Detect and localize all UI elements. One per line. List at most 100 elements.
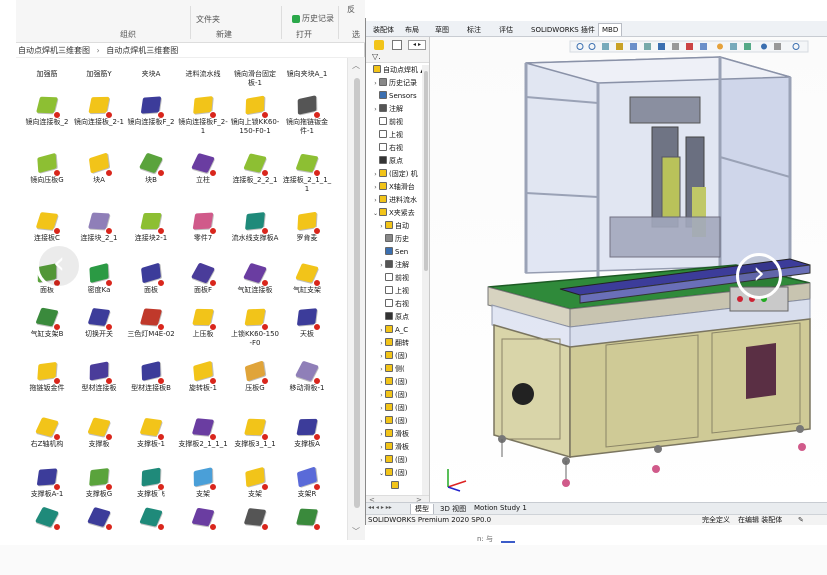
expand-chevron-icon[interactable]: ›: [378, 429, 385, 440]
feature-tree-item[interactable]: › (固定) 机: [372, 169, 418, 180]
file-item[interactable]: 连接块2-1: [126, 210, 176, 243]
panel-nav-arrows-icon[interactable]: ◂ ▸: [408, 40, 426, 50]
file-item[interactable]: 罗肯麦: [282, 210, 332, 243]
expand-chevron-icon[interactable]: ›: [378, 416, 385, 427]
tab-nav-arrows-icon[interactable]: ◂◂ ◂ ▸ ▸▸: [368, 504, 392, 511]
file-item[interactable]: 流水线支撑板A: [230, 210, 280, 243]
feature-tree-item[interactable]: › 进料流水: [372, 195, 417, 206]
file-item[interactable]: 连接块_2_1: [74, 210, 124, 243]
feature-tree-item[interactable]: 上视: [378, 286, 409, 297]
file-item[interactable]: 镜向连接板_2: [22, 94, 72, 127]
expand-chevron-icon[interactable]: ›: [372, 78, 379, 89]
file-item[interactable]: 块A: [74, 152, 124, 185]
feature-tree-item[interactable]: 前视: [378, 273, 409, 284]
file-item[interactable]: 加强筋: [22, 58, 72, 79]
expand-chevron-icon[interactable]: ›: [378, 364, 385, 375]
feature-tree-item[interactable]: 原点: [378, 312, 409, 323]
feature-tree-item[interactable]: [384, 481, 401, 492]
file-item[interactable]: 零件7: [178, 210, 228, 243]
command-tab[interactable]: SOLIDWORKS 插件: [528, 23, 598, 36]
feature-tree-item[interactable]: › (固): [378, 351, 407, 362]
file-item[interactable]: 型材连接板: [74, 360, 124, 393]
feature-tree-item[interactable]: › 历史记录: [372, 78, 417, 89]
feature-tree-item[interactable]: › (固): [378, 403, 407, 414]
file-item[interactable]: 气缸连接板: [230, 262, 280, 295]
feature-tree-item[interactable]: › 注解: [378, 260, 409, 271]
feature-tree-item[interactable]: › 自动: [378, 221, 409, 232]
file-item[interactable]: [22, 506, 72, 531]
feature-tree-item[interactable]: › X轴滑台: [372, 182, 415, 193]
file-item[interactable]: 三色灯M4E-02: [126, 306, 176, 339]
scroll-up-icon[interactable]: ︿: [352, 60, 360, 71]
feature-tree-item[interactable]: › 滑板: [378, 442, 409, 453]
breadcrumb[interactable]: 自动点焊机三维套图 › 自动点焊机三维套图: [16, 43, 365, 58]
file-item[interactable]: 夹块A: [126, 58, 176, 79]
file-item[interactable]: 连接板_2_1_1_1: [282, 152, 332, 193]
file-item[interactable]: 镜向连接板F_2-1: [178, 94, 228, 135]
feature-tree-icon[interactable]: [374, 40, 384, 50]
file-item[interactable]: 上锁KK60-150-F0: [230, 306, 280, 347]
expand-chevron-icon[interactable]: ›: [372, 104, 379, 115]
ribbon-more-label[interactable]: 反: [347, 4, 355, 15]
feature-tree-item[interactable]: › 注解: [372, 104, 403, 115]
file-item[interactable]: 切换开关: [74, 306, 124, 339]
feature-tree-item[interactable]: 右视: [378, 299, 409, 310]
feature-tree-item[interactable]: › 滑板: [378, 429, 409, 440]
file-item[interactable]: 气缸支架: [282, 262, 332, 295]
file-item[interactable]: 支撑板A-1: [22, 466, 72, 499]
expand-chevron-icon[interactable]: ⌄: [378, 468, 385, 479]
file-item[interactable]: 镜向拖链钣金件-1: [282, 94, 332, 135]
file-item[interactable]: 拖链钣金件: [22, 360, 72, 393]
feature-tree-item[interactable]: › (固): [378, 377, 407, 388]
command-tab[interactable]: 布局: [402, 23, 422, 36]
feature-tree-item[interactable]: 自动点焊机 ▲: [366, 65, 426, 76]
command-tab[interactable]: 标注: [464, 23, 484, 36]
previous-image-button[interactable]: ‹: [36, 243, 82, 289]
expand-chevron-icon[interactable]: ›: [378, 338, 385, 349]
model-tab[interactable]: Motion Study 1: [470, 504, 531, 512]
file-item[interactable]: 支撑板3_1_1: [230, 416, 280, 449]
file-item[interactable]: 镜向滑台固定板-1: [230, 58, 280, 87]
expand-chevron-icon[interactable]: ›: [378, 325, 385, 336]
file-item[interactable]: 连接板_2_2_1: [230, 152, 280, 185]
breadcrumb-item[interactable]: 自动点焊机三维套图: [18, 46, 90, 55]
file-item[interactable]: 镜向连接板_2-1: [74, 94, 124, 127]
command-tab[interactable]: 评估: [496, 23, 516, 36]
file-item[interactable]: 支架R: [282, 466, 332, 499]
feature-tree-item[interactable]: › 翻转: [378, 338, 409, 349]
file-item[interactable]: 移动滑板-1: [282, 360, 332, 393]
expand-chevron-icon[interactable]: ›: [378, 221, 385, 232]
expand-chevron-icon[interactable]: ›: [378, 260, 385, 271]
file-item[interactable]: 面板F: [178, 262, 228, 295]
tree-scroll-thumb[interactable]: [424, 71, 428, 271]
feature-tree-item[interactable]: ⌄ (固): [378, 468, 407, 479]
feature-tree-item[interactable]: Sen: [378, 247, 408, 258]
feature-tree-item[interactable]: 右视: [372, 143, 403, 154]
file-item[interactable]: 镜向上锁KK60-150-F0-1: [230, 94, 280, 135]
file-item[interactable]: 压板G: [230, 360, 280, 393]
command-tab[interactable]: MBD: [598, 23, 623, 36]
file-item[interactable]: 镜向连接板F_2: [126, 94, 176, 127]
expand-chevron-icon[interactable]: ›: [372, 195, 379, 206]
command-tab[interactable]: 装配体: [370, 23, 397, 36]
feature-tree-item[interactable]: 历史: [378, 234, 409, 245]
file-item[interactable]: 支撑板A: [282, 416, 332, 449]
expand-chevron-icon[interactable]: ›: [378, 442, 385, 453]
expand-chevron-icon[interactable]: ›: [378, 390, 385, 401]
file-item[interactable]: 型材连接板B: [126, 360, 176, 393]
expand-chevron-icon[interactable]: ›: [372, 182, 379, 193]
feature-tree-item[interactable]: › (固): [378, 416, 407, 427]
scroll-down-icon[interactable]: ﹀: [352, 526, 360, 537]
expand-chevron-icon[interactable]: ⌄: [372, 208, 379, 219]
customize-icon[interactable]: ✎: [798, 515, 804, 525]
file-item[interactable]: 天板: [282, 306, 332, 339]
file-item[interactable]: 支撑板飞: [126, 466, 176, 499]
file-item[interactable]: 面板: [126, 262, 176, 295]
feature-tree-item[interactable]: 上视: [372, 130, 403, 141]
file-item[interactable]: 镜向夹块A_1: [282, 58, 332, 79]
file-item[interactable]: 连接板C: [22, 210, 72, 243]
file-item[interactable]: [126, 506, 176, 531]
file-item[interactable]: 旋转板-1: [178, 360, 228, 393]
property-manager-icon[interactable]: [392, 40, 402, 50]
file-item[interactable]: 支架: [230, 466, 280, 499]
